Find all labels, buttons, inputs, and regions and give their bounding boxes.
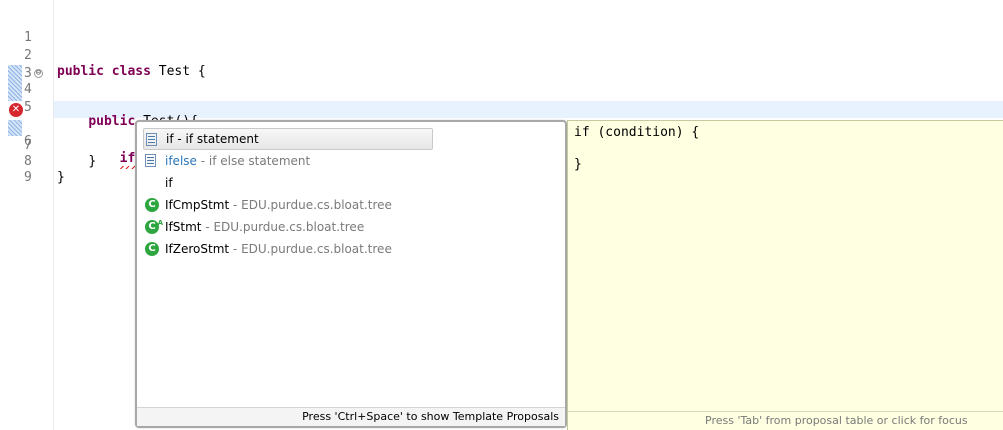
abstract-class-icon: CA bbox=[145, 219, 163, 234]
proposal-label: IfStmt bbox=[165, 220, 202, 234]
proposal-list[interactable]: if - if statement ifelse - if else state… bbox=[143, 128, 559, 260]
proposal-detail: - EDU.purdue.cs.bloat.tree bbox=[229, 198, 392, 212]
code-text: } bbox=[57, 170, 65, 185]
proposal-label: if bbox=[166, 132, 174, 146]
proposal-footer-hint: Press 'Ctrl+Space' to show Template Prop… bbox=[137, 407, 565, 426]
proposal-item[interactable]: C IfZeroStmt - EDU.purdue.cs.bloat.tree bbox=[143, 238, 559, 260]
code-line[interactable]: 4 ⊖ public Test(){ bbox=[0, 66, 1003, 130]
proposal-item-selected[interactable]: if - if statement bbox=[143, 128, 433, 150]
code-line[interactable]: 1 bbox=[0, 14, 1003, 45]
code-line-current[interactable]: ✕ 6 if bbox=[0, 102, 1003, 169]
proposal-label: ifelse bbox=[165, 154, 197, 168]
template-icon bbox=[145, 154, 156, 167]
proposal-detail: - EDU.purdue.cs.bloat.tree bbox=[229, 242, 392, 256]
proposal-item[interactable]: if bbox=[143, 172, 559, 194]
proposal-item[interactable]: CA IfStmt - EDU.purdue.cs.bloat.tree bbox=[143, 216, 559, 238]
proposal-label: IfCmpStmt bbox=[165, 198, 230, 212]
content-assist-popup[interactable]: if - if statement ifelse - if else state… bbox=[135, 120, 567, 428]
class-icon: C bbox=[145, 242, 159, 256]
proposal-item[interactable]: ifelse - if else statement bbox=[143, 150, 559, 172]
proposal-label: IfZeroStmt bbox=[165, 242, 230, 256]
proposal-info-popup[interactable]: if (condition) { } Press 'Tab' from prop… bbox=[567, 120, 1003, 430]
proposal-label: if bbox=[165, 176, 173, 190]
class-icon: C bbox=[145, 198, 159, 212]
error-icon[interactable]: ✕ bbox=[9, 103, 23, 117]
fold-collapse-icon[interactable]: ⊖ bbox=[34, 69, 43, 78]
proposal-detail: - if statement bbox=[173, 132, 259, 146]
code-line[interactable]: 2 public class Test { bbox=[0, 32, 1003, 79]
info-footer-hint: Press 'Tab' from proposal table or click… bbox=[568, 411, 1003, 430]
proposal-detail: - if else statement bbox=[196, 154, 311, 168]
code-line[interactable]: 3 bbox=[0, 50, 1003, 81]
template-icon bbox=[146, 133, 157, 146]
proposal-item[interactable]: C IfCmpStmt - EDU.purdue.cs.bloat.tree bbox=[143, 194, 559, 216]
template-preview: if (condition) { } bbox=[574, 125, 700, 172]
proposal-detail: - EDU.purdue.cs.bloat.tree bbox=[201, 220, 365, 234]
line-number: 9 bbox=[24, 170, 32, 185]
code-line[interactable]: 5 bbox=[0, 84, 1003, 115]
